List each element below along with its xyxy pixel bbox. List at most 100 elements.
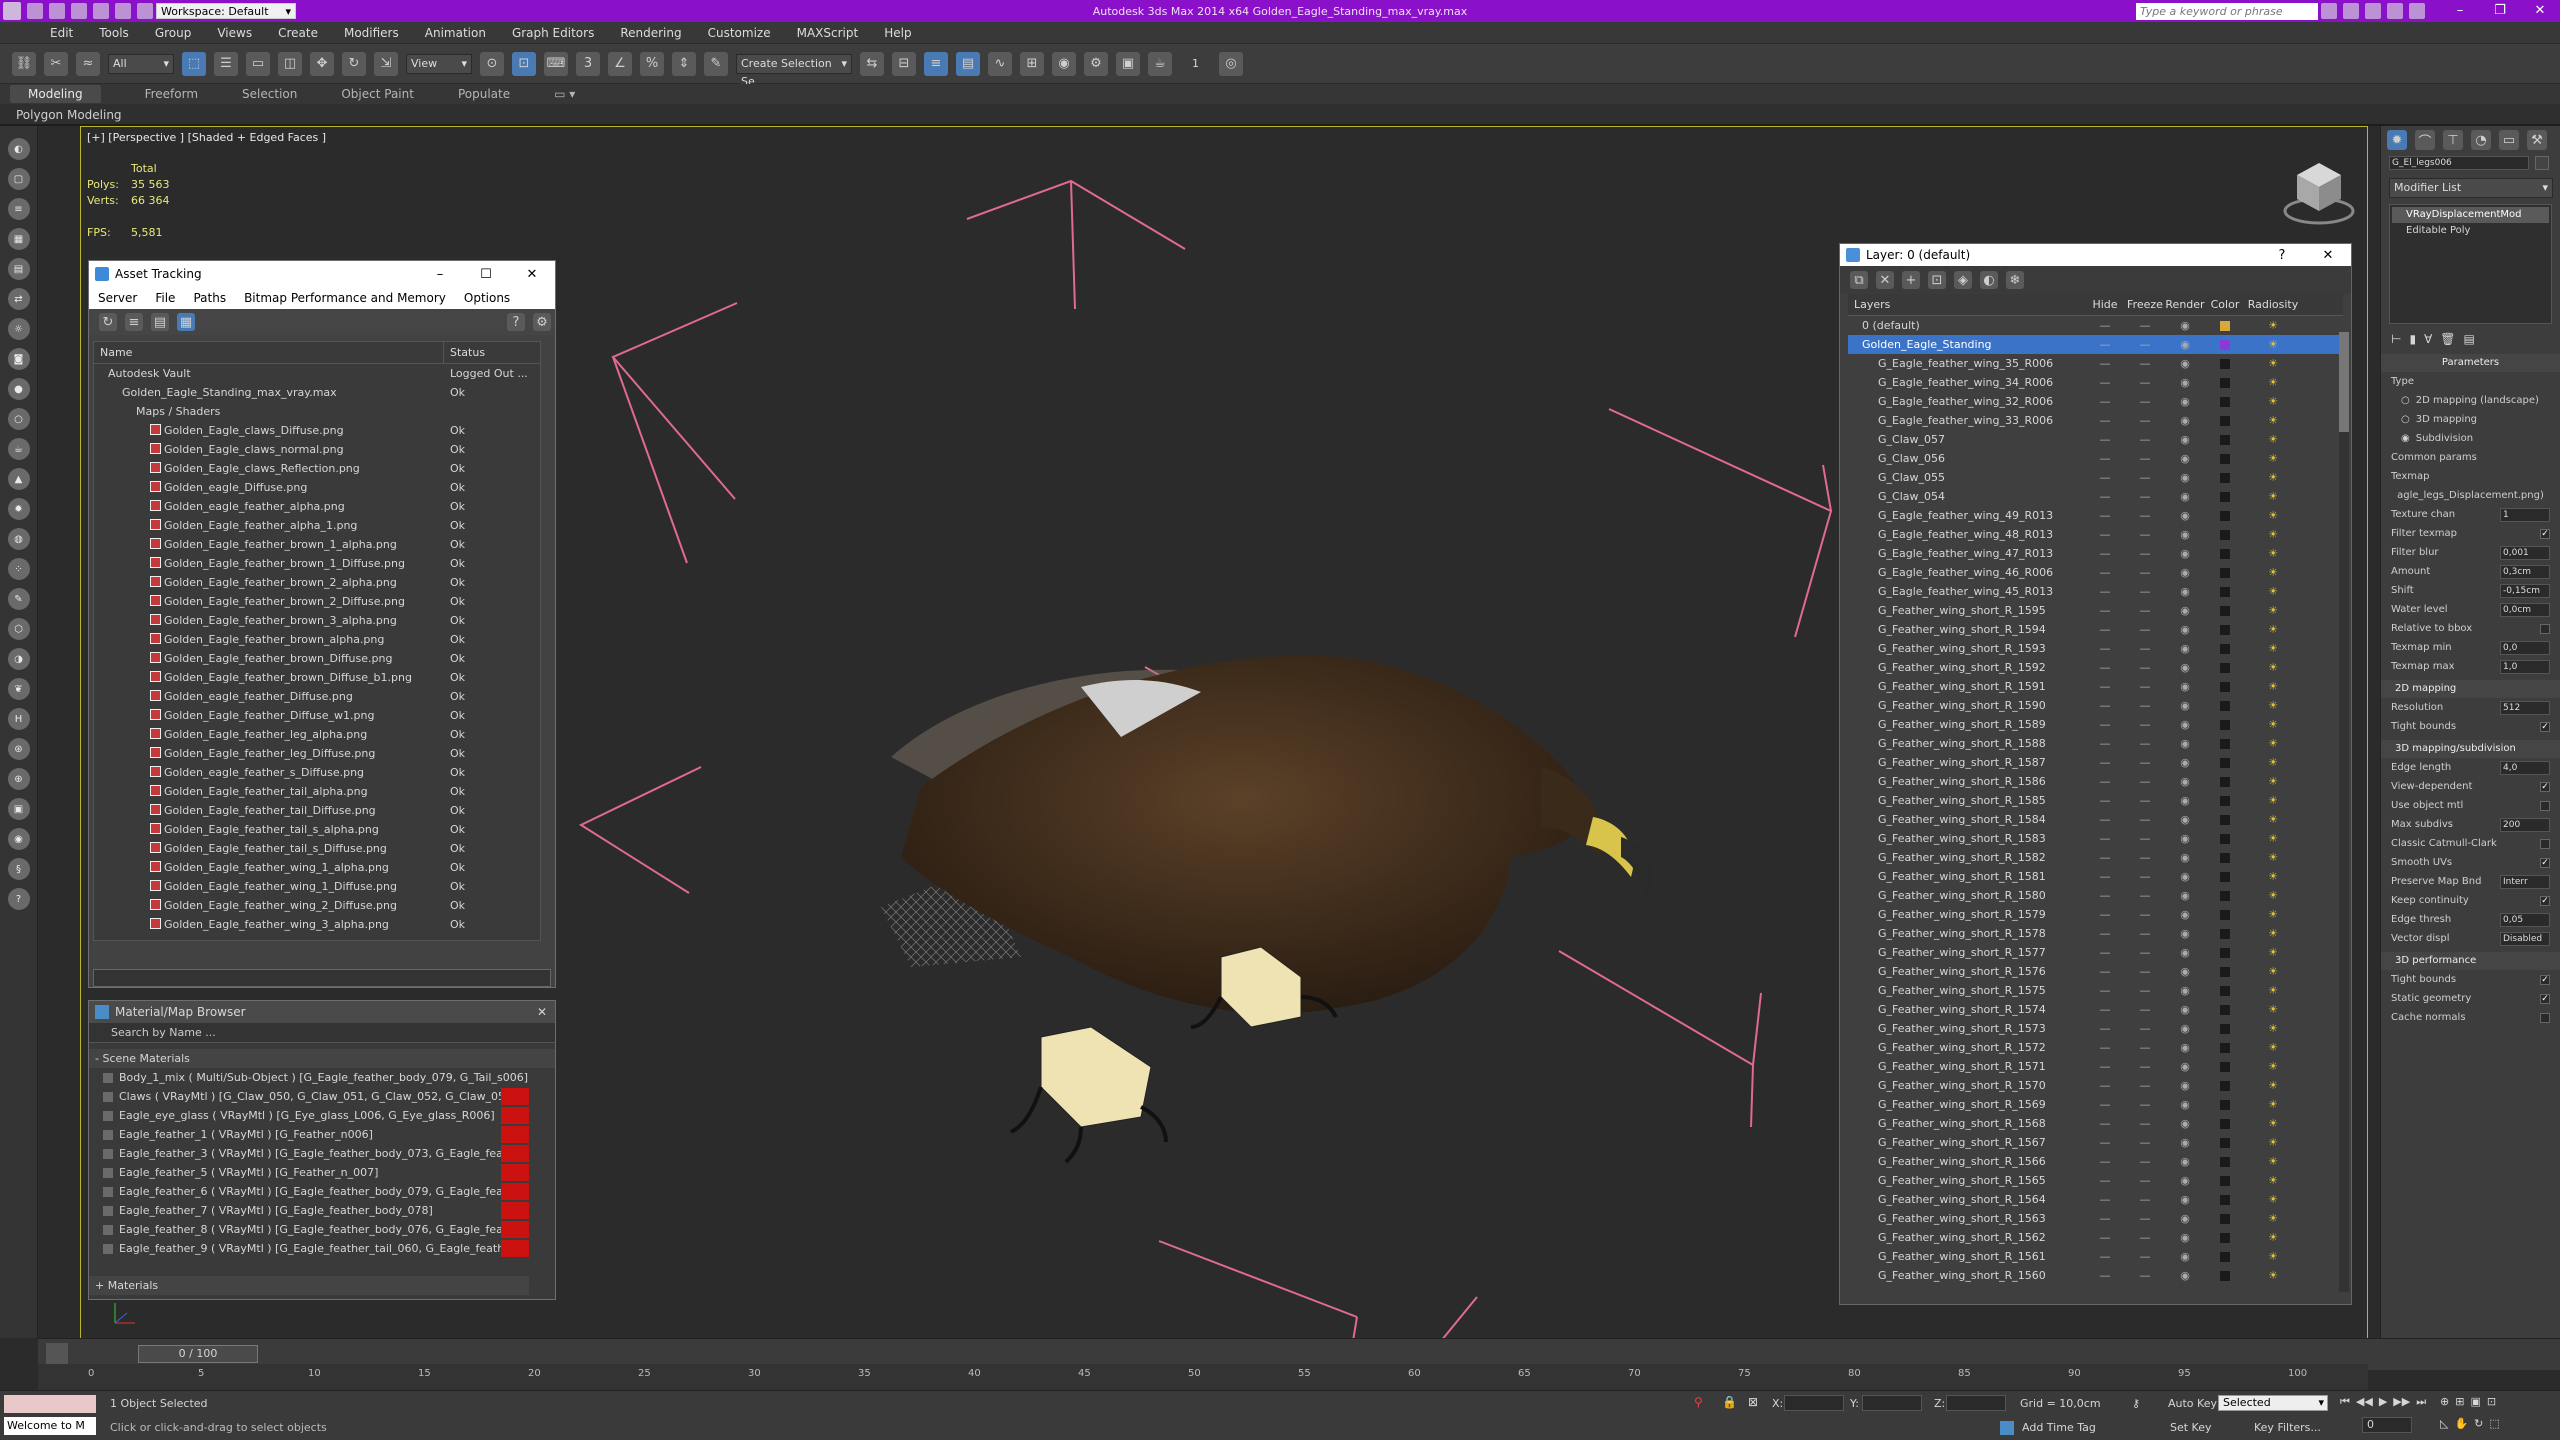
angle-snap-icon[interactable]: ∠ — [608, 51, 632, 76]
hair-icon[interactable]: H — [7, 708, 30, 730]
orbit-icon[interactable]: ↻ — [2474, 1417, 2483, 1430]
layer-hide-toggle[interactable]: — — [2085, 962, 2125, 981]
layer-row[interactable]: G_Feather_wing_short_R_1565— — ◉ ☀ — [1848, 1171, 2343, 1190]
param-field[interactable]: -0,15cm — [2500, 583, 2550, 598]
radiosity-icon[interactable]: ☀ — [2245, 1038, 2301, 1057]
open-file-icon[interactable] — [49, 3, 65, 19]
layer-color-swatch[interactable] — [2220, 492, 2230, 502]
radiosity-icon[interactable]: ☀ — [2245, 734, 2301, 753]
layer-freeze-toggle[interactable]: — — [2125, 1228, 2165, 1247]
radiosity-icon[interactable]: ☀ — [2245, 1171, 2301, 1190]
layer-row[interactable]: G_Feather_wing_short_R_1591— — ◉ ☀ — [1848, 677, 2343, 696]
layer-color-swatch[interactable] — [2220, 1252, 2230, 1262]
layer-freeze-toggle[interactable]: — — [2125, 905, 2165, 924]
help-icon[interactable] — [2409, 3, 2425, 19]
binoculars-icon[interactable] — [2321, 3, 2337, 19]
box-icon[interactable]: ▢ — [7, 168, 30, 190]
layer-freeze-toggle[interactable]: — — [2125, 639, 2165, 658]
column-status[interactable]: Status — [444, 342, 485, 363]
render-icon[interactable]: ▣ — [7, 798, 30, 820]
layer-freeze-toggle[interactable]: — — [2125, 829, 2165, 848]
radiosity-icon[interactable]: ☀ — [2245, 601, 2301, 620]
layer-render-toggle[interactable]: ◉ — [2165, 943, 2205, 962]
radiosity-icon[interactable]: ☀ — [2245, 753, 2301, 772]
close-button[interactable]: ✕ — [2520, 0, 2560, 22]
radiosity-icon[interactable]: ☀ — [2245, 696, 2301, 715]
layer-hide-toggle[interactable]: — — [2085, 525, 2125, 544]
layer-freeze-toggle[interactable]: — — [2125, 867, 2165, 886]
layer-row[interactable]: G_Eagle_feather_wing_33_R006— — ◉ ☀ — [1848, 411, 2343, 430]
layer-render-toggle[interactable]: ◉ — [2165, 886, 2205, 905]
radiosity-icon[interactable]: ☀ — [2245, 1209, 2301, 1228]
layer-freeze-toggle[interactable]: — — [2125, 563, 2165, 582]
layer-color-swatch[interactable] — [2220, 1024, 2230, 1034]
param-field[interactable] — [2540, 623, 2550, 634]
layer-row[interactable]: G_Eagle_feather_wing_49_R013— — ◉ ☀ — [1848, 506, 2343, 525]
grid-icon[interactable]: ▦ — [7, 228, 30, 250]
isolate-selection-icon[interactable]: ⚲ — [1694, 1395, 1703, 1409]
pan-icon[interactable]: ✋ — [2454, 1417, 2468, 1430]
move-icon[interactable]: ✥ — [310, 51, 334, 76]
layer-render-toggle[interactable]: ◉ — [2165, 525, 2205, 544]
param-field[interactable] — [2540, 838, 2550, 849]
menu-paths[interactable]: Paths — [184, 291, 235, 305]
layer-hide-toggle[interactable]: — — [2085, 1190, 2125, 1209]
layer-color-swatch[interactable] — [2220, 359, 2230, 369]
asset-row[interactable]: Golden_eagle_feather_s_Diffuse.png Ok — [94, 763, 540, 782]
asset-row[interactable]: Golden_Eagle_feather_tail_s_Diffuse.png O… — [94, 839, 540, 858]
favorites-star-icon[interactable] — [2387, 3, 2403, 19]
param-field[interactable]: ✓ — [2540, 895, 2550, 906]
layer-freeze-toggle[interactable]: — — [2125, 620, 2165, 639]
layer-row[interactable]: G_Feather_wing_short_R_1576— — ◉ ☀ — [1848, 962, 2343, 981]
layer-freeze-toggle[interactable]: — — [2125, 677, 2165, 696]
y-coordinate-field[interactable] — [1862, 1395, 1922, 1411]
layer-freeze-toggle[interactable]: — — [2125, 354, 2165, 373]
layer-row[interactable]: G_Feather_wing_short_R_1562— — ◉ ☀ — [1848, 1228, 2343, 1247]
param-field[interactable] — [2540, 800, 2550, 811]
sun-icon[interactable]: ✹ — [7, 498, 30, 520]
layer-hide-toggle[interactable]: — — [2085, 1171, 2125, 1190]
layer-freeze-toggle[interactable]: — — [2125, 715, 2165, 734]
modifier-list-dropdown[interactable]: Modifier List ▾ — [2389, 178, 2553, 198]
layer-freeze-toggle[interactable]: — — [2125, 468, 2165, 487]
layer-row[interactable]: G_Claw_057— — ◉ ☀ — [1848, 430, 2343, 449]
layer-color-swatch[interactable] — [2220, 1233, 2230, 1243]
radiosity-icon[interactable]: ☀ — [2245, 487, 2301, 506]
layer-freeze-toggle[interactable]: — — [2125, 525, 2165, 544]
layer-color-swatch[interactable] — [2220, 625, 2230, 635]
param-field[interactable] — [2540, 1012, 2550, 1023]
maximize-button[interactable]: ☐ — [463, 267, 509, 282]
radiosity-icon[interactable]: ☀ — [2245, 639, 2301, 658]
layer-render-toggle[interactable]: ◉ — [2165, 1057, 2205, 1076]
layer-render-toggle[interactable]: ◉ — [2165, 411, 2205, 430]
asset-row[interactable]: Golden_Eagle_feather_tail_Diffuse.png Ok — [94, 801, 540, 820]
type-option-3d[interactable]: ○ 3D mapping — [2381, 410, 2560, 429]
material-item[interactable]: Eagle_feather_7 ( VRayMtl ) [G_Eagle_fea… — [89, 1201, 529, 1220]
layer-freeze-toggle[interactable]: — — [2125, 1190, 2165, 1209]
layer-freeze-toggle[interactable]: — — [2125, 582, 2165, 601]
utilities-tab-icon[interactable]: ⚒ — [2527, 130, 2547, 150]
rotate-icon[interactable]: ↻ — [342, 51, 366, 76]
layer-freeze-toggle[interactable]: — — [2125, 1133, 2165, 1152]
layer-freeze-toggle[interactable]: — — [2125, 411, 2165, 430]
radiosity-icon[interactable]: ☀ — [2245, 658, 2301, 677]
asset-row[interactable]: Golden_Eagle_feather_brown_2_Diffuse.png… — [94, 592, 540, 611]
absolute-mode-icon[interactable]: ⊠ — [1748, 1395, 1758, 1409]
material-item[interactable]: Eagle_feather_9 ( VRayMtl ) [G_Eagle_fea… — [89, 1239, 529, 1258]
layer-render-toggle[interactable]: ◉ — [2165, 1114, 2205, 1133]
layer-color-swatch[interactable] — [2220, 1157, 2230, 1167]
radiosity-icon[interactable]: ☀ — [2245, 1190, 2301, 1209]
workspace-dropdown[interactable]: Workspace: Default ▾ — [156, 3, 296, 19]
layer-freeze-toggle[interactable]: — — [2125, 373, 2165, 392]
key-icon[interactable]: ⚷ — [2132, 1397, 2140, 1410]
help-icon[interactable]: ? — [2259, 248, 2305, 263]
layer-color-swatch[interactable] — [2220, 473, 2230, 483]
radiosity-icon[interactable]: ☀ — [2245, 810, 2301, 829]
layer-color-swatch[interactable] — [2220, 416, 2230, 426]
window-crossing-icon[interactable]: ◫ — [278, 51, 302, 76]
layer-freeze-toggle[interactable]: — — [2125, 392, 2165, 411]
param-field[interactable]: 0,001 — [2500, 545, 2550, 560]
layer-color-swatch[interactable] — [2220, 454, 2230, 464]
layer-render-toggle[interactable]: ◉ — [2165, 924, 2205, 943]
scale-icon[interactable]: ⇲ — [374, 51, 398, 76]
